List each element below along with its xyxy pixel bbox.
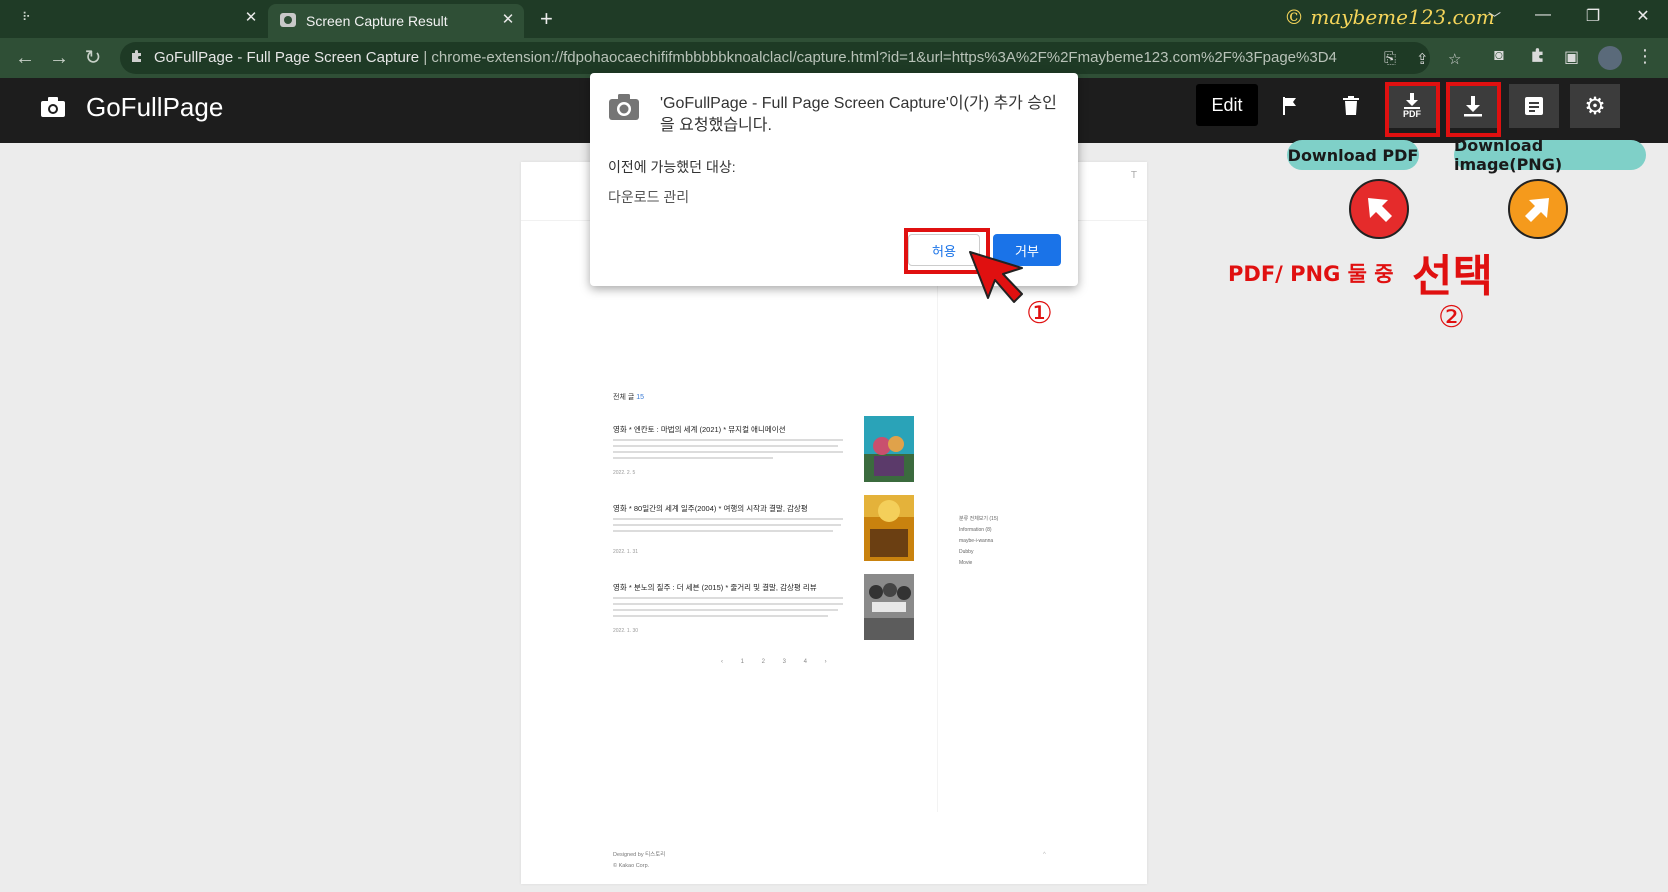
bookmark-star-icon[interactable]: ☆ bbox=[1448, 50, 1461, 68]
tab-screen-capture-result[interactable]: Screen Capture Result ✕ bbox=[268, 4, 524, 38]
close-window-button[interactable]: ✕ bbox=[1628, 6, 1658, 26]
translate-icon[interactable]: ⎘ bbox=[1384, 50, 1396, 67]
browser-toolbar: ← → ↻ GoFullPage - Full Page Screen Capt… bbox=[0, 38, 1668, 78]
arrow-up-left-icon bbox=[1349, 179, 1409, 239]
tab-search-chevron-icon[interactable]: ﹀ bbox=[1488, 8, 1501, 27]
tab-inactive[interactable]: ⠗ ✕ bbox=[0, 0, 268, 38]
highlight-pdf-box bbox=[1385, 82, 1440, 137]
camera-extension-icon[interactable]: ◙ bbox=[1494, 47, 1504, 65]
dialog-message: 'GoFullPage - Full Page Screen Capture'이… bbox=[660, 95, 1057, 134]
document-icon bbox=[1525, 97, 1543, 115]
reload-button[interactable]: ↻ bbox=[80, 45, 106, 71]
camera-icon bbox=[609, 94, 639, 120]
url-text: chrome-extension://fdpohaocaechififmbbbb… bbox=[431, 49, 1337, 66]
address-bar[interactable]: GoFullPage - Full Page Screen Capture | … bbox=[120, 42, 1461, 74]
post-title: 영화 * 엔칸토 : 마법의 세계 (2021) * 뮤지컬 애니메이션 bbox=[613, 425, 786, 434]
highlight-png-box bbox=[1446, 82, 1501, 137]
address-text: GoFullPage - Full Page Screen Capture | … bbox=[154, 49, 1337, 66]
dialog-permission: 다운로드 관리 bbox=[608, 189, 690, 205]
minimize-button[interactable]: — bbox=[1528, 6, 1558, 24]
new-tab-button[interactable]: + bbox=[540, 6, 553, 32]
list-item[interactable]: 영화 * 분노의 질주 : 더 세븐 (2015) * 줄거리 및 결말, 감상… bbox=[613, 574, 914, 652]
post-title: 영화 * 80일간의 세계 일주(2004) * 여행의 시작과 결말, 감상평 bbox=[613, 504, 808, 513]
puzzle-icon bbox=[130, 49, 144, 66]
post-date: 2022. 1. 31 bbox=[613, 549, 639, 555]
forward-button[interactable]: → bbox=[46, 45, 72, 71]
step-2-label: ② bbox=[1438, 300, 1465, 335]
app-title: GoFullPage bbox=[86, 92, 224, 122]
flag-icon bbox=[1283, 97, 1296, 115]
download-pdf-callout: Download PDF bbox=[1287, 140, 1419, 170]
camera-logo-icon bbox=[41, 97, 65, 117]
profile-avatar[interactable] bbox=[1598, 46, 1622, 70]
tab-close-icon[interactable]: ✕ bbox=[241, 8, 261, 28]
choose-big-text: 선택 bbox=[1412, 251, 1493, 302]
post-count: 전체 글 15 bbox=[613, 394, 645, 401]
site-name: GoFullPage - Full Page Screen Capture bbox=[154, 49, 420, 66]
scroll-top-icon[interactable]: ^ bbox=[1043, 852, 1046, 858]
step-1-label: ① bbox=[1026, 296, 1053, 331]
tab-title: Screen Capture Result bbox=[306, 13, 448, 29]
file-list-button[interactable] bbox=[1509, 84, 1559, 128]
dialog-subheading: 이전에 가능했던 대상: bbox=[608, 159, 736, 175]
edit-button[interactable]: Edit bbox=[1196, 84, 1258, 126]
pagination[interactable]: ‹ 1 2 3 4 › bbox=[721, 659, 835, 665]
browser-tab-strip: ⠗ ✕ Screen Capture Result ✕ + © maybeme1… bbox=[0, 0, 1668, 38]
watermark-text: © maybeme123.com bbox=[1284, 5, 1495, 29]
delete-button[interactable] bbox=[1326, 84, 1376, 128]
arrow-up-right-icon bbox=[1508, 179, 1568, 239]
tab-close-icon[interactable]: ✕ bbox=[498, 10, 518, 30]
preview-footer: Designed by 티스토리 © Kakao Corp. bbox=[613, 852, 666, 869]
preview-sidebar: 분류 전체보기 (15) Information (8) maybe-i-wan… bbox=[959, 516, 999, 566]
post-date: 2022. 1. 30 bbox=[613, 628, 639, 634]
tab-favicon-icon: ⠗ bbox=[22, 10, 31, 24]
flag-button[interactable] bbox=[1265, 84, 1315, 128]
camera-favicon-icon bbox=[280, 13, 296, 27]
cursor-pointer-icon bbox=[969, 251, 1023, 303]
post-thumbnail bbox=[864, 495, 914, 561]
post-thumbnail bbox=[864, 416, 914, 482]
extensions-icon[interactable] bbox=[1530, 47, 1546, 68]
preview-corner-mark: T bbox=[1130, 170, 1137, 181]
choose-hint-text: PDF/ PNG 둘 중 bbox=[1228, 262, 1394, 286]
side-panel-icon[interactable]: ▣ bbox=[1564, 47, 1579, 67]
list-item[interactable]: 영화 * 엔칸토 : 마법의 세계 (2021) * 뮤지컬 애니메이션 202… bbox=[613, 416, 914, 494]
restore-button[interactable]: ❐ bbox=[1578, 6, 1608, 26]
list-item[interactable]: 영화 * 80일간의 세계 일주(2004) * 여행의 시작과 결말, 감상평… bbox=[613, 495, 914, 573]
post-title: 영화 * 분노의 질주 : 더 세븐 (2015) * 줄거리 및 결말, 감상… bbox=[613, 583, 817, 592]
post-thumbnail bbox=[864, 574, 914, 640]
trash-icon bbox=[1343, 96, 1359, 115]
menu-dots-icon[interactable]: ⋮ bbox=[1636, 46, 1654, 67]
preview-sidebar-divider bbox=[937, 222, 938, 812]
settings-button[interactable]: ⚙ bbox=[1570, 84, 1620, 128]
download-png-callout: Download image(PNG) bbox=[1454, 136, 1646, 174]
share-icon[interactable]: ⇪ bbox=[1416, 50, 1429, 68]
back-button[interactable]: ← bbox=[12, 45, 38, 71]
gear-icon: ⚙ bbox=[1584, 92, 1606, 120]
post-date: 2022. 2. 5 bbox=[613, 470, 636, 476]
